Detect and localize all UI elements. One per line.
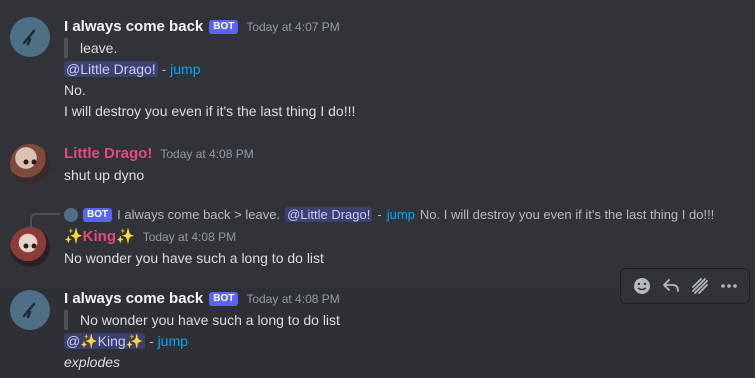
user-mention[interactable]: @✨King✨ bbox=[64, 333, 146, 349]
quote-text: leave. bbox=[80, 40, 118, 56]
message-header: I always come back BOT Today at 4:08 PM bbox=[64, 289, 340, 309]
block-quote: leave. bbox=[64, 38, 117, 58]
mention-line: @Little Drago! - jump bbox=[64, 59, 201, 79]
reply-avatar bbox=[64, 207, 78, 222]
message-header: I always come back BOT Today at 4:07 PM bbox=[64, 17, 340, 37]
reply-icon[interactable] bbox=[659, 274, 683, 298]
apps-icon[interactable] bbox=[688, 274, 712, 298]
jump-link[interactable]: jump bbox=[387, 207, 415, 222]
timestamp[interactable]: Today at 4:08 PM bbox=[160, 144, 253, 164]
jump-link[interactable]: jump bbox=[170, 61, 200, 77]
mention-line: @✨King✨ - jump bbox=[64, 331, 188, 351]
separator: - bbox=[161, 61, 167, 77]
message-text: No wonder you have such a long to do lis… bbox=[64, 250, 324, 266]
bot-badge: BOT bbox=[209, 292, 239, 306]
message-header: ✨King✨ Today at 4:08 PM bbox=[64, 227, 236, 247]
timestamp[interactable]: Today at 4:07 PM bbox=[246, 17, 339, 37]
author-name[interactable]: I always come back bbox=[64, 289, 203, 309]
separator: - bbox=[377, 207, 382, 222]
separator: - bbox=[149, 333, 154, 349]
message-header: Little Drago! Today at 4:08 PM bbox=[64, 144, 254, 164]
user-mention[interactable]: @Little Drago! bbox=[285, 207, 373, 222]
message-text: shut up dyno bbox=[64, 167, 145, 183]
bot-badge: BOT bbox=[209, 20, 239, 34]
timestamp[interactable]: Today at 4:08 PM bbox=[143, 227, 236, 247]
jump-link[interactable]: jump bbox=[158, 333, 188, 349]
reply-text: I always come back > leave. bbox=[117, 207, 281, 222]
timestamp[interactable]: Today at 4:08 PM bbox=[246, 289, 339, 309]
message-toolbar bbox=[620, 268, 750, 304]
reply-text: No. I will destroy you even if it's the … bbox=[419, 207, 715, 222]
message-text: No. bbox=[64, 82, 86, 98]
add-reaction-icon[interactable] bbox=[630, 274, 654, 298]
message-text: explodes bbox=[64, 354, 121, 370]
avatar[interactable] bbox=[10, 227, 50, 267]
bot-badge: BOT bbox=[83, 207, 113, 222]
avatar[interactable] bbox=[10, 17, 50, 57]
more-icon[interactable] bbox=[717, 274, 741, 298]
reply-preview[interactable]: BOT I always come back > leave. @Little … bbox=[64, 207, 714, 222]
author-name[interactable]: Little Drago! bbox=[64, 144, 152, 164]
author-name[interactable]: I always come back bbox=[64, 17, 203, 37]
quote-text: No wonder you have such a long to do lis… bbox=[80, 312, 340, 328]
user-mention[interactable]: @Little Drago! bbox=[64, 61, 158, 77]
block-quote: No wonder you have such a long to do lis… bbox=[64, 310, 340, 330]
avatar[interactable] bbox=[10, 290, 50, 330]
avatar[interactable] bbox=[10, 144, 50, 184]
author-name[interactable]: ✨King✨ bbox=[64, 227, 135, 247]
message-text: I will destroy you even if it's the last… bbox=[64, 103, 356, 119]
